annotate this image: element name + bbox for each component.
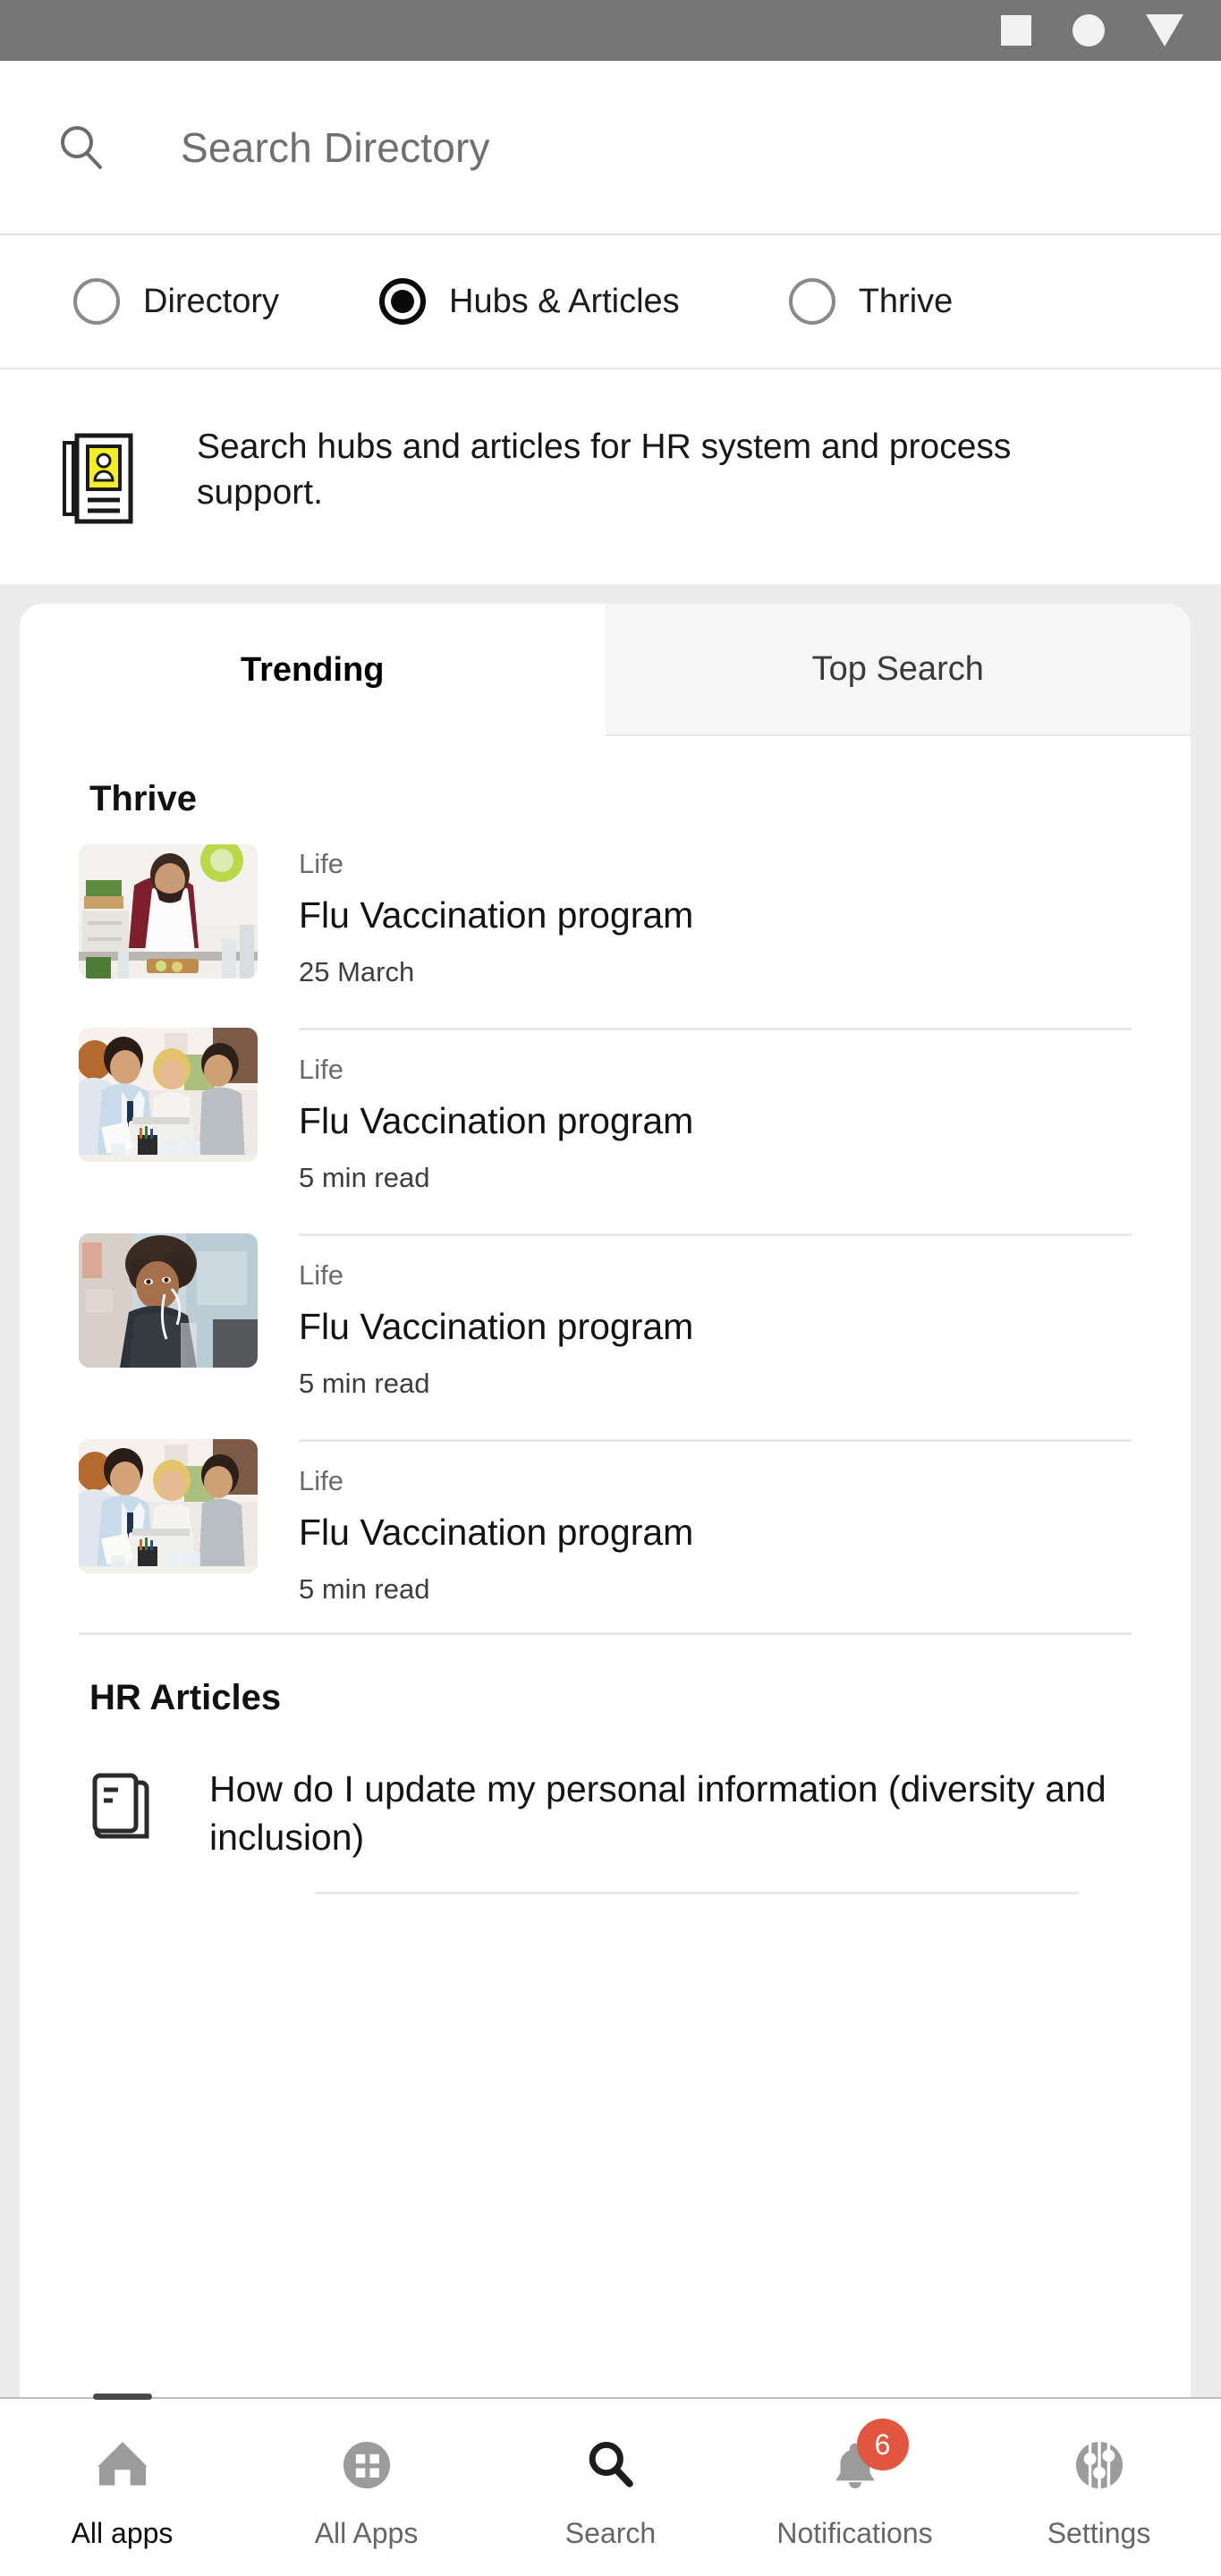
bell-icon: 6	[821, 2419, 909, 2499]
search-bar[interactable]: Search Directory	[0, 61, 1221, 235]
bottom-navigation-bar: All apps All Apps Search 6 Notifications…	[0, 2394, 1221, 2576]
content-card-wrapper: Trending Top Search Thrive Life Flu Vacc…	[0, 584, 1221, 2397]
article-subtext: 5 min read	[299, 1368, 430, 1399]
app-root: Search Directory Directory Hubs & Articl…	[0, 0, 1221, 2576]
article-meta: Life Flu Vaccination program 5 min read	[299, 1028, 1132, 1194]
info-banner-text: Search hubs and articles for HR system a…	[197, 428, 1012, 512]
nav-item-all-apps-grid[interactable]: All Apps	[244, 2399, 488, 2576]
list-item[interactable]: How do I update my personal information …	[20, 1743, 1191, 1861]
radio-option-directory[interactable]: Directory	[73, 278, 279, 325]
list-item[interactable]: Life Flu Vaccination program 5 min read	[20, 1439, 1191, 1606]
content-card: Trending Top Search Thrive Life Flu Vacc…	[20, 604, 1191, 2397]
radio-label: Directory	[143, 282, 280, 320]
radio-label: Hubs & Articles	[449, 282, 680, 320]
section-title-hr-articles: HR Articles	[89, 1678, 282, 1717]
row-spacer	[20, 988, 1191, 1028]
article-kicker: Life	[299, 1054, 343, 1085]
radio-option-hubs-articles[interactable]: Hubs & Articles	[379, 278, 680, 325]
article-title: Flu Vaccination program	[299, 1306, 694, 1347]
search-icon	[55, 122, 107, 174]
article-title: Flu Vaccination program	[299, 894, 694, 936]
radio-dot	[391, 290, 415, 313]
article-kicker: Life	[299, 1465, 343, 1496]
radio-circle-icon	[788, 278, 835, 325]
nav-label: Settings	[1047, 2517, 1151, 2549]
nav-label: All apps	[71, 2517, 174, 2549]
articles-stack-icon	[61, 428, 147, 525]
nav-item-notifications[interactable]: 6 Notifications	[733, 2399, 977, 2576]
row-spacer	[20, 1194, 1191, 1233]
article-subtext: 5 min read	[299, 1573, 430, 1605]
grid-apps-icon	[333, 2431, 401, 2499]
settings-sliders-icon	[1065, 2431, 1133, 2499]
section-title-thrive: Thrive	[89, 779, 198, 818]
search-input[interactable]: Search Directory	[181, 123, 490, 172]
card-body: Thrive Life Flu Vaccination program 25 M…	[20, 736, 1191, 2397]
list-divider	[20, 1861, 1191, 1895]
search-scope-radio-group: Directory Hubs & Articles Thrive	[0, 235, 1221, 369]
list-item[interactable]: Life Flu Vaccination program 25 March	[20, 844, 1191, 988]
nav-item-all-apps-home[interactable]: All apps	[0, 2394, 244, 2576]
status-bar-icons	[1001, 14, 1183, 47]
square-icon	[1001, 15, 1031, 46]
hr-article-title: How do I update my personal information …	[209, 1768, 1107, 1859]
article-meta: Life Flu Vaccination program 25 March	[299, 844, 1132, 988]
notification-badge: 6	[856, 2419, 909, 2470]
search-icon	[577, 2431, 645, 2499]
row-spacer	[20, 1400, 1191, 1439]
nav-item-settings[interactable]: Settings	[977, 2399, 1221, 2576]
radio-label: Thrive	[858, 282, 954, 320]
home-icon	[89, 2431, 157, 2499]
article-thumbnail	[79, 1233, 258, 1368]
nav-item-search[interactable]: Search	[488, 2399, 733, 2576]
article-meta: Life Flu Vaccination program 5 min read	[299, 1439, 1132, 1606]
nav-label: Notifications	[776, 2517, 933, 2549]
list-item[interactable]: Life Flu Vaccination program 5 min read	[20, 1028, 1191, 1194]
article-subtext: 25 March	[299, 956, 415, 987]
section-divider	[20, 1606, 1191, 1635]
radio-circle-selected-icon	[379, 278, 427, 325]
nav-label: All Apps	[314, 2517, 419, 2549]
article-subtext: 5 min read	[299, 1162, 430, 1193]
article-kicker: Life	[299, 1259, 343, 1291]
article-title: Flu Vaccination program	[299, 1512, 694, 1553]
triangle-down-icon	[1146, 14, 1183, 47]
nav-label: Search	[564, 2517, 657, 2549]
info-banner: Search hubs and articles for HR system a…	[0, 369, 1221, 584]
status-bar	[0, 0, 1221, 61]
article-thumbnail	[79, 1028, 258, 1162]
article-kicker: Life	[299, 848, 343, 879]
article-thumbnail	[79, 844, 258, 979]
article-meta: Life Flu Vaccination program 5 min read	[299, 1233, 1132, 1400]
tab-top-search[interactable]: Top Search	[605, 604, 1191, 736]
active-tab-indicator	[92, 2394, 152, 2400]
article-title: Flu Vaccination program	[299, 1100, 694, 1141]
circle-icon	[1073, 14, 1105, 47]
article-thumbnail	[79, 1439, 258, 1573]
radio-option-thrive[interactable]: Thrive	[788, 278, 954, 325]
document-article-icon	[89, 1770, 159, 1845]
list-item[interactable]: Life Flu Vaccination program 5 min read	[20, 1233, 1191, 1400]
tab-bar: Trending Top Search	[20, 604, 1191, 736]
tab-trending[interactable]: Trending	[20, 604, 606, 736]
radio-circle-icon	[73, 278, 120, 325]
